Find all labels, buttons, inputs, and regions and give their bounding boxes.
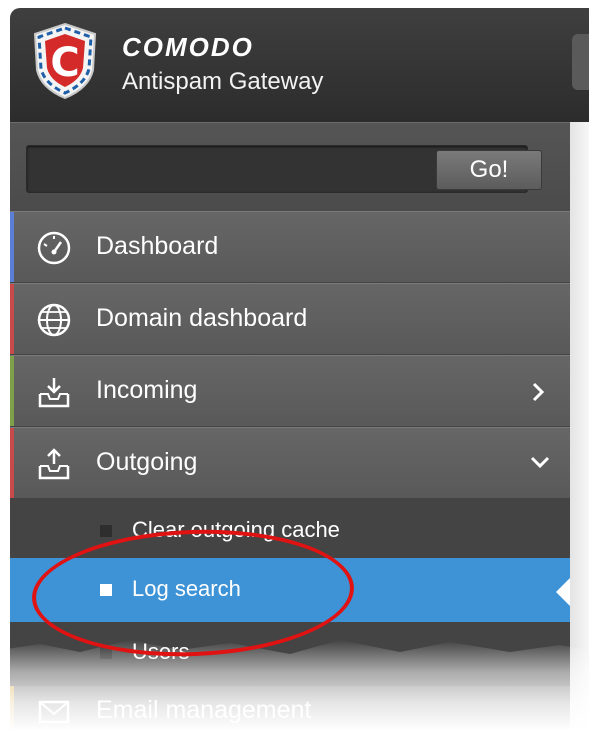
envelope-icon xyxy=(36,694,72,729)
menu-label: Incoming xyxy=(96,376,198,404)
inbox-download-icon xyxy=(36,374,72,410)
outbox-upload-icon xyxy=(36,446,72,482)
chevron-down-icon xyxy=(528,452,552,477)
selection-pointer xyxy=(556,578,570,606)
menu-label: Outgoing xyxy=(96,448,198,476)
bullet-icon xyxy=(100,525,112,537)
menu-accent xyxy=(10,356,14,426)
svg-text:C: C xyxy=(50,40,79,86)
menu-item-incoming[interactable]: Incoming xyxy=(10,355,570,427)
product-name: Antispam Gateway xyxy=(122,68,324,95)
menu-label: Domain dashboard xyxy=(96,304,308,332)
comodo-logo: C xyxy=(25,20,105,105)
globe-icon xyxy=(36,302,72,338)
menu-accent xyxy=(10,284,14,354)
header-edge-tab xyxy=(572,34,589,90)
menu-item-email-management[interactable]: Email management xyxy=(10,686,570,731)
menu-item-outgoing[interactable]: Outgoing xyxy=(10,427,570,499)
sidebar-panel: C COMODO Antispam Gateway Go! Dashboard xyxy=(0,0,589,731)
menu-item-domain-dashboard[interactable]: Domain dashboard xyxy=(10,283,570,355)
menu-accent xyxy=(10,686,14,731)
chevron-right-icon xyxy=(528,380,548,409)
dashboard-gauge-icon xyxy=(36,230,72,266)
go-button[interactable]: Go! xyxy=(436,150,542,190)
menu-accent xyxy=(10,428,14,498)
brand-name: COMODO xyxy=(122,32,254,62)
search-bar: Go! xyxy=(10,122,570,211)
menu-label: Email management xyxy=(96,696,312,724)
page-shadow xyxy=(570,122,589,731)
menu-item-dashboard[interactable]: Dashboard xyxy=(10,211,570,283)
menu-accent xyxy=(10,212,14,282)
menu-label: Dashboard xyxy=(96,232,219,260)
